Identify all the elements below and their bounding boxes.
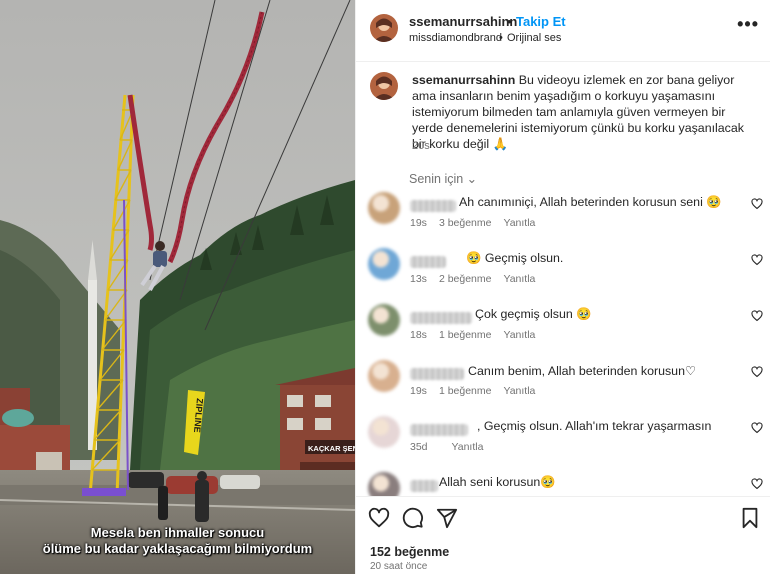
video-frame-scene: KAÇKAR ŞEN ZIPLINE bbox=[0, 0, 355, 574]
post-caption: ssemanurrsahinn Bu videoyu izlemek en zo… bbox=[412, 72, 757, 152]
comment-age: 35d bbox=[410, 441, 428, 453]
comment-like-heart-icon[interactable] bbox=[751, 478, 763, 490]
reply-button[interactable]: Yanıtla bbox=[503, 273, 535, 285]
video-subtitle-line-2: ölüme bu kadar yaklaşacağımı bilmiyordum bbox=[42, 541, 313, 556]
more-options-icon[interactable]: ••• bbox=[737, 14, 759, 35]
comment-text: Allah seni korusun🥹 bbox=[439, 475, 556, 489]
reply-button[interactable]: Yanıtla bbox=[503, 217, 535, 229]
instagram-post-view: KAÇKAR ŞEN ZIPLINE Mesela ben ihmaller s… bbox=[0, 0, 770, 574]
video-subtitle-line-1: Mesela ben ihmaller sonucu bbox=[90, 525, 265, 540]
reply-button[interactable]: Yanıtla bbox=[503, 329, 535, 341]
audio-owner-link[interactable]: missdiamondbrand bbox=[409, 32, 502, 44]
commenter-avatar[interactable] bbox=[368, 360, 400, 392]
building-sign: KAÇKAR ŞEN bbox=[308, 444, 355, 453]
post-side-panel: ssemanurrsahinn • Takip Et missdiamondbr… bbox=[355, 0, 770, 574]
comment-bubble-icon[interactable] bbox=[402, 507, 424, 529]
commenter-avatar[interactable] bbox=[368, 304, 400, 336]
share-paper-plane-icon[interactable] bbox=[436, 507, 458, 529]
comment-meta: 19s 1 beğenme Yanıtla bbox=[410, 385, 547, 397]
comment-like-count[interactable]: 3 beğenme bbox=[439, 217, 492, 229]
reply-button[interactable]: Yanıtla bbox=[452, 441, 484, 453]
comment-like-heart-icon[interactable] bbox=[751, 366, 763, 378]
comment-like-heart-icon[interactable] bbox=[751, 254, 763, 266]
comment-like-heart-icon[interactable] bbox=[751, 310, 763, 322]
comment-sort-dropdown[interactable]: Senin için ⌄ bbox=[409, 171, 477, 186]
post-video[interactable]: KAÇKAR ŞEN ZIPLINE Mesela ben ihmaller s… bbox=[0, 0, 355, 574]
comment-like-count[interactable]: 2 beğenme bbox=[439, 273, 492, 285]
comment-text: , Geçmiş olsun. Allah'ım tekrar yaşarmas… bbox=[477, 419, 712, 433]
comment-like-count[interactable]: 1 beğenme bbox=[439, 385, 492, 397]
post-header: ssemanurrsahinn • Takip Et missdiamondbr… bbox=[356, 0, 770, 62]
comment-text: Ah canımıniçi, Allah beterinden korusun … bbox=[459, 195, 722, 209]
author-username[interactable]: ssemanurrsahinn bbox=[409, 14, 517, 29]
comment-row: , Geçmiş olsun. Allah'ım tekrar yaşarmas… bbox=[356, 416, 770, 472]
comment-age: 13s bbox=[410, 273, 427, 285]
reply-button[interactable]: Yanıtla bbox=[503, 385, 535, 397]
caption-username[interactable]: ssemanurrsahinn bbox=[412, 73, 515, 87]
comment-like-count[interactable]: 1 beğenme bbox=[439, 329, 492, 341]
comment-like-heart-icon[interactable] bbox=[751, 422, 763, 434]
original-audio-link[interactable]: Orijinal ses bbox=[507, 32, 561, 44]
comment-like-heart-icon[interactable] bbox=[751, 198, 763, 210]
like-heart-icon[interactable] bbox=[368, 507, 390, 529]
like-count[interactable]: 152 beğenme bbox=[370, 545, 449, 559]
caption-age: 20s bbox=[412, 140, 430, 152]
comment-row: Canım benim, Allah beterinden korusun♡ 19… bbox=[356, 360, 770, 416]
follow-button[interactable]: Takip Et bbox=[516, 14, 566, 29]
commenter-username-blurred[interactable] bbox=[410, 200, 456, 212]
audio-separator: • bbox=[499, 32, 503, 44]
comment-meta: 18s 1 beğenme Yanıtla bbox=[410, 329, 547, 341]
comment-age: 19s bbox=[410, 217, 427, 229]
comment-age: 18s bbox=[410, 329, 427, 341]
comment-meta: 35d Yanıtla bbox=[410, 441, 495, 453]
comment-meta: 13s 2 beğenme Yanıtla bbox=[410, 273, 547, 285]
header-separator: • bbox=[507, 14, 512, 29]
author-avatar[interactable] bbox=[370, 14, 398, 42]
comment-text: 🥹 Geçmiş olsun. bbox=[466, 251, 564, 265]
commenter-username-blurred[interactable] bbox=[410, 312, 472, 324]
post-timestamp: 20 saat önce bbox=[370, 561, 428, 572]
commenter-username-blurred[interactable] bbox=[410, 368, 464, 380]
comment-age: 19s bbox=[410, 385, 427, 397]
commenter-username-blurred[interactable] bbox=[410, 424, 468, 436]
comment-row: Ah canımıniçi, Allah beterinden korusun … bbox=[356, 192, 770, 248]
comment-text: Canım benim, Allah beterinden korusun♡ bbox=[468, 364, 697, 378]
caption-author-avatar[interactable] bbox=[370, 72, 398, 100]
commenter-username-blurred[interactable] bbox=[410, 480, 438, 492]
commenter-username-blurred[interactable] bbox=[410, 256, 446, 268]
commenter-avatar[interactable] bbox=[368, 192, 400, 224]
save-bookmark-icon[interactable] bbox=[739, 507, 761, 529]
commenter-avatar[interactable] bbox=[368, 248, 400, 280]
commenter-avatar[interactable] bbox=[368, 416, 400, 448]
comment-meta: 19s 3 beğenme Yanıtla bbox=[410, 217, 547, 229]
comment-row: 🥹 Geçmiş olsun. 13s 2 beğenme Yanıtla bbox=[356, 248, 770, 304]
post-actions-bar: 152 beğenme 20 saat önce bbox=[356, 496, 770, 574]
comment-row: Çok geçmiş olsun 🥹 18s 1 beğenme Yanıtla bbox=[356, 304, 770, 360]
comment-text: Çok geçmiş olsun 🥹 bbox=[475, 307, 592, 321]
